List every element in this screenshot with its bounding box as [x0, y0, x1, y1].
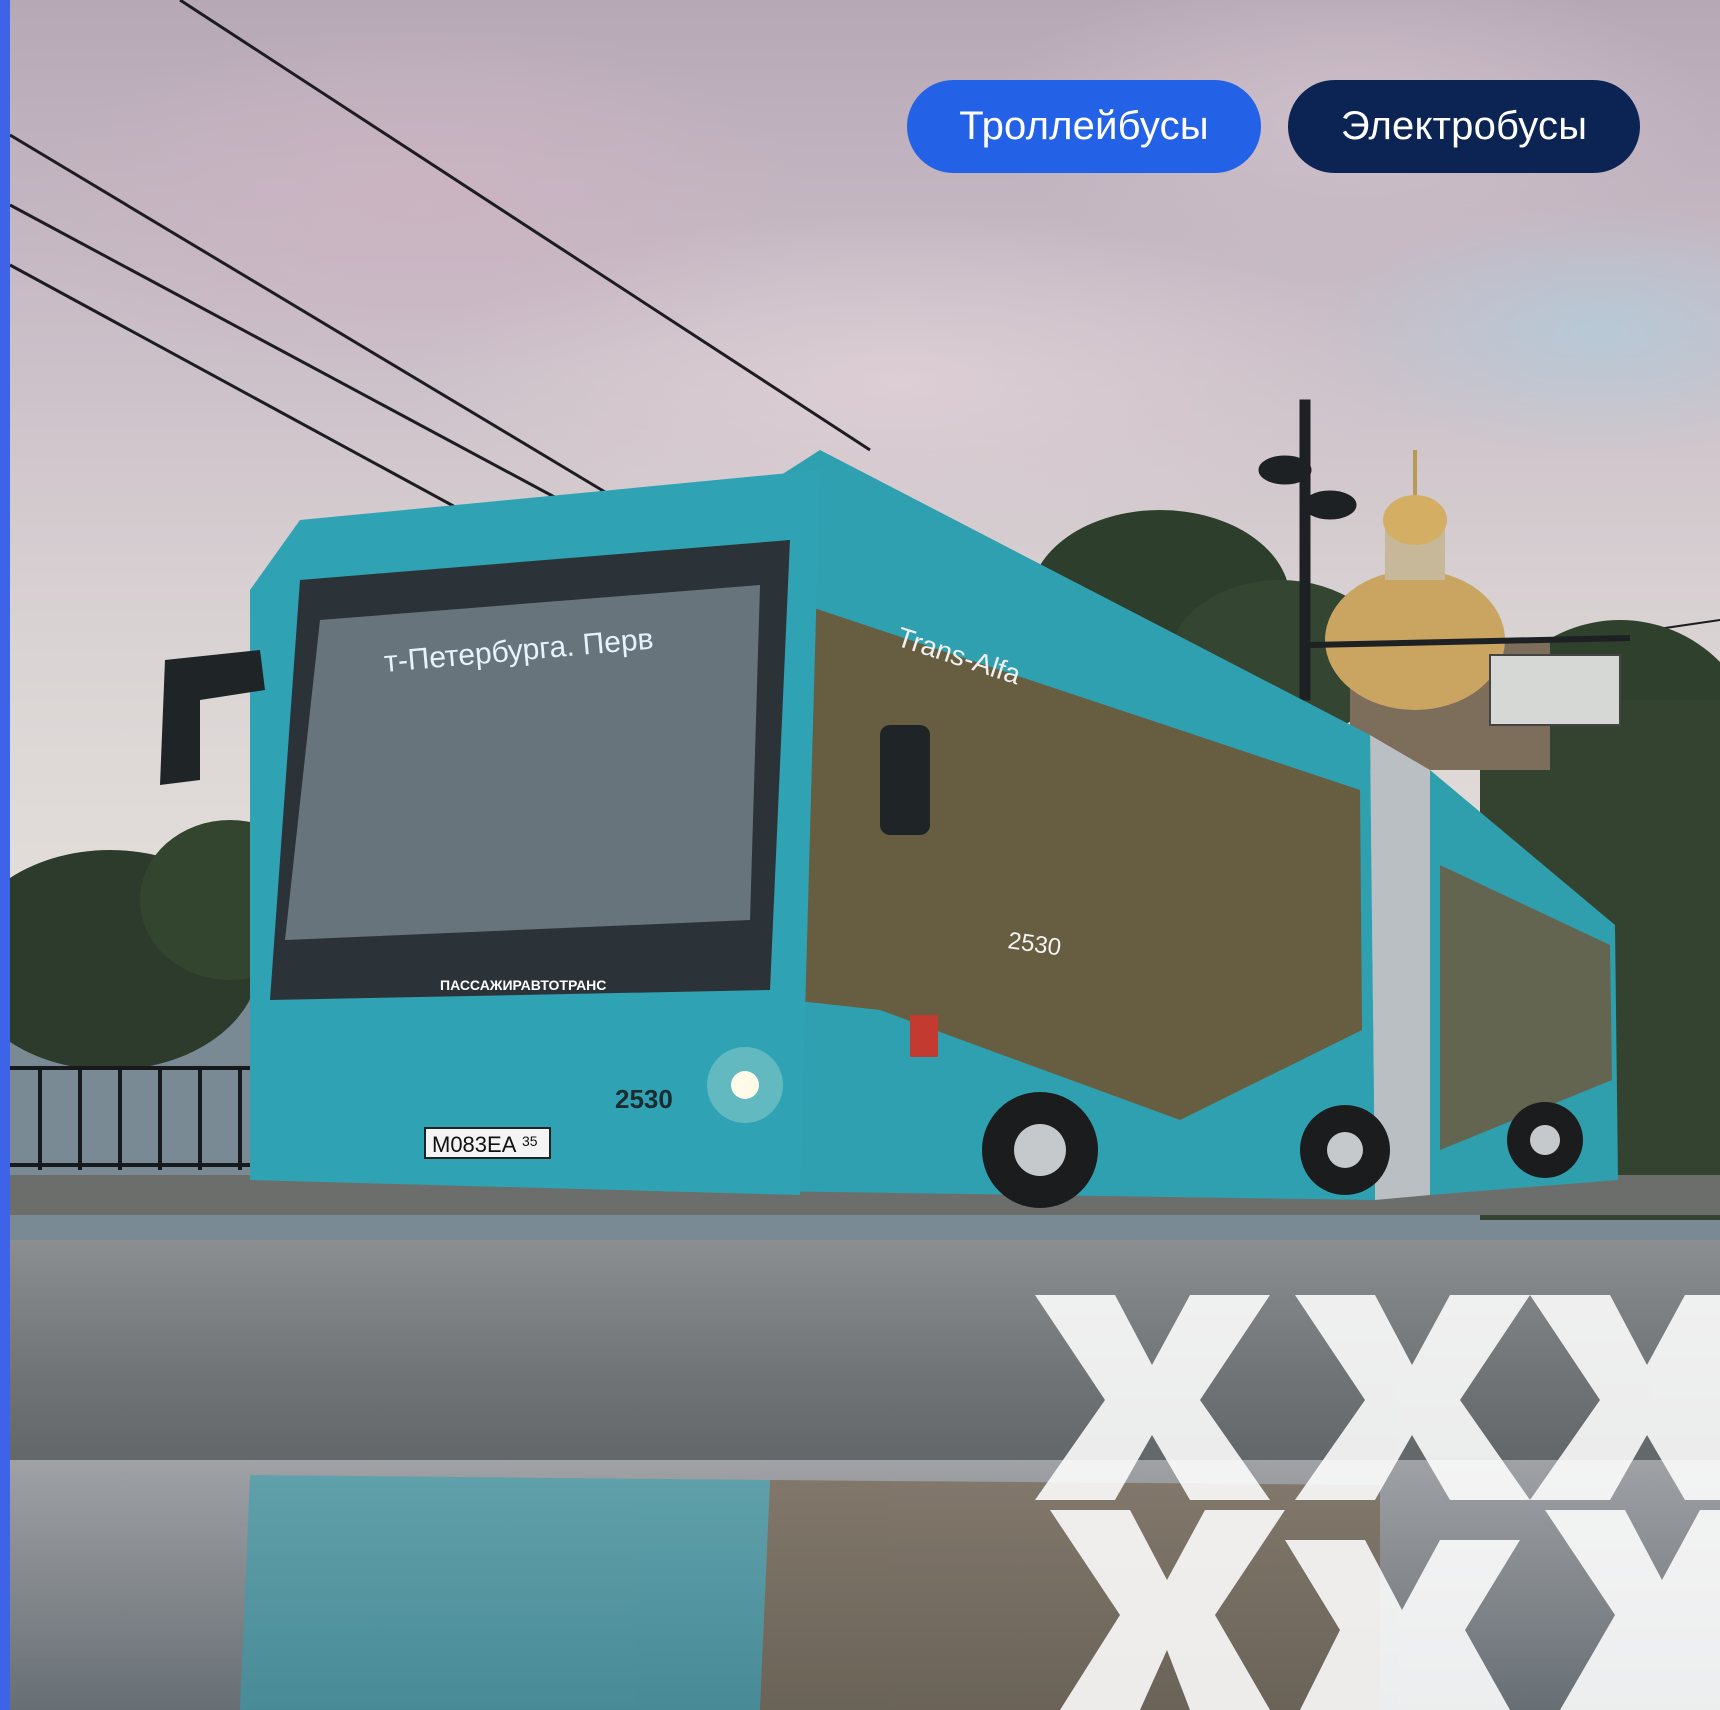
lamp-pole — [1299, 399, 1311, 701]
wire-3 — [9, 203, 561, 502]
decor-shape — [1035, 1295, 1270, 1500]
front-hubcap — [1014, 1124, 1066, 1176]
tab-trolleybuses[interactable]: Троллейбусы — [907, 80, 1261, 173]
side-mirror-left — [160, 650, 265, 785]
license-plate-region: 35 — [522, 1133, 538, 1149]
tab-electric-buses[interactable]: Электробусы — [1288, 80, 1640, 173]
accent-strip — [0, 0, 10, 1710]
headlight-glow — [707, 1047, 783, 1123]
rear-hubcap — [1530, 1125, 1560, 1155]
wire-1 — [179, 0, 871, 452]
front-fleet-number: 2530 — [615, 1084, 673, 1114]
decor-shape — [1545, 1510, 1720, 1710]
wire-4 — [9, 263, 471, 517]
lantern-cupola — [1383, 495, 1447, 545]
city-emblem — [910, 1015, 938, 1057]
operator-logo: ПАССАЖИРАВТОТРАНС — [440, 977, 606, 993]
license-plate-number: М083ЕА — [432, 1132, 517, 1157]
lamp-head — [1258, 455, 1312, 485]
lamp-head — [1303, 490, 1357, 520]
decor-shape — [1530, 1295, 1720, 1500]
iron-fence — [10, 1066, 260, 1170]
photo-illustration: т-Петербурга. Перв Trans-Alfa ПАССАЖИРАВ… — [0, 0, 1720, 1710]
decor-shape — [1295, 1295, 1530, 1500]
background-photo: т-Петербурга. Перв Trans-Alfa ПАССАЖИРАВ… — [0, 0, 1720, 1710]
middle-hubcap — [1327, 1132, 1363, 1168]
road-sign — [1489, 654, 1621, 726]
side-mirror-right — [880, 725, 930, 835]
